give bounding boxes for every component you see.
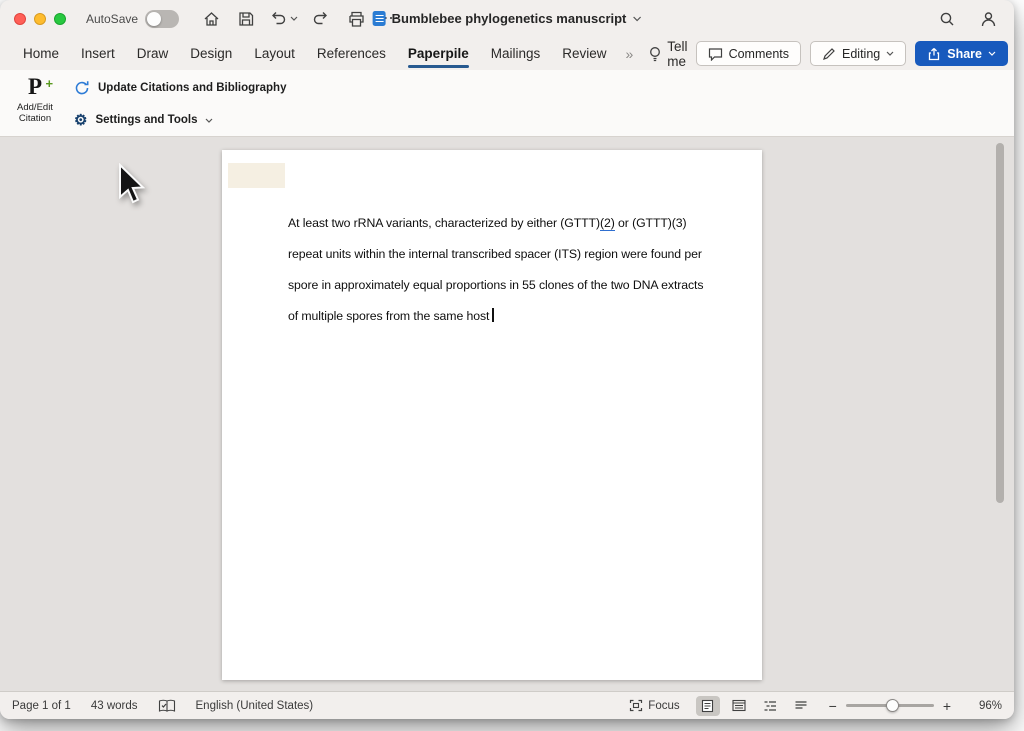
status-bar: Page 1 of 1 43 words English (United Sta…	[0, 691, 1014, 719]
editing-mode-button[interactable]: Editing	[810, 41, 906, 66]
home-icon	[203, 11, 220, 27]
undo-button[interactable]	[269, 7, 298, 31]
text-line-3: spore in approximately equal proportions…	[288, 270, 703, 301]
text-caret	[492, 308, 493, 322]
search-button[interactable]	[935, 7, 959, 31]
autosave-toggle[interactable]	[145, 10, 179, 28]
tab-mailings[interactable]: Mailings	[480, 39, 552, 68]
add-edit-citation-label-1: Add/Edit	[8, 102, 62, 113]
citation-marker: (2)	[600, 216, 615, 231]
lightbulb-icon	[649, 46, 661, 62]
print-button[interactable]	[344, 7, 368, 31]
search-icon	[939, 11, 955, 27]
word-window: AutoSave ⋯ Bumblebe	[0, 0, 1014, 719]
pencil-icon	[822, 47, 836, 61]
traffic-lights	[14, 13, 66, 25]
tab-insert[interactable]: Insert	[70, 39, 126, 68]
comment-icon	[708, 47, 723, 61]
zoom-slider[interactable]	[846, 704, 934, 707]
tell-me-label: Tell me	[667, 39, 687, 69]
language-status[interactable]: English (United States)	[196, 700, 314, 712]
word-document-icon	[373, 11, 386, 26]
text-line-1: At least two rRNA variants, characterize…	[288, 208, 703, 239]
share-button[interactable]: Share	[915, 41, 1008, 66]
tab-references[interactable]: References	[306, 39, 397, 68]
add-edit-citation-button[interactable]: P+ Add/Edit Citation	[8, 75, 62, 124]
close-window-button[interactable]	[14, 13, 26, 25]
document-title: Bumblebee phylogenetics manuscript	[392, 11, 627, 26]
view-switcher	[696, 696, 813, 716]
editing-dropdown-icon	[886, 51, 894, 56]
document-text: At least two rRNA variants, characterize…	[288, 208, 703, 332]
zoom-out-button[interactable]: −	[829, 699, 837, 713]
share-label: Share	[947, 47, 982, 61]
save-icon	[238, 11, 254, 27]
document-title-menu[interactable]: Bumblebee phylogenetics manuscript	[373, 0, 642, 37]
focus-mode-button[interactable]: Focus	[629, 699, 679, 712]
tab-home[interactable]: Home	[12, 39, 70, 68]
document-page[interactable]: At least two rRNA variants, characterize…	[222, 150, 762, 680]
autosave-label: AutoSave	[86, 12, 138, 26]
focus-icon	[629, 699, 643, 712]
spellcheck-status-button[interactable]	[158, 699, 176, 713]
zoom-controls: − + 96%	[829, 699, 1002, 713]
comments-label: Comments	[729, 47, 789, 61]
save-button[interactable]	[234, 7, 258, 31]
toggle-knob	[147, 12, 161, 26]
settings-dropdown-icon	[205, 118, 213, 123]
page-count[interactable]: Page 1 of 1	[12, 700, 71, 712]
tell-me-button[interactable]: Tell me	[641, 39, 695, 69]
update-citations-label: Update Citations and Bibliography	[98, 82, 286, 94]
word-count[interactable]: 43 words	[91, 700, 138, 712]
print-icon	[348, 11, 365, 27]
focus-label: Focus	[648, 700, 679, 712]
print-layout-view-button[interactable]	[696, 696, 720, 716]
settings-tools-label: Settings and Tools	[95, 114, 197, 126]
ribbon-tab-bar: Home Insert Draw Design Layout Reference…	[0, 37, 1014, 70]
editing-label: Editing	[842, 47, 880, 61]
gear-icon: ⚙	[74, 113, 87, 128]
tab-draw[interactable]: Draw	[126, 39, 180, 68]
outline-view-button[interactable]	[758, 696, 782, 716]
minimize-window-button[interactable]	[34, 13, 46, 25]
add-edit-citation-label-2: Citation	[8, 113, 62, 124]
fullscreen-window-button[interactable]	[54, 13, 66, 25]
text-line-2: repeat units within the internal transcr…	[288, 239, 703, 270]
refresh-icon	[74, 80, 90, 96]
tab-design[interactable]: Design	[179, 39, 243, 68]
highlight-region	[228, 163, 285, 188]
text-line-4: of multiple spores from the same host	[288, 301, 703, 332]
mouse-cursor	[112, 163, 146, 207]
titlebar: AutoSave ⋯ Bumblebe	[0, 0, 1014, 37]
tabs-overflow-chevron[interactable]: »	[618, 46, 642, 62]
vertical-scrollbar-thumb[interactable]	[996, 143, 1004, 503]
share-dropdown-icon	[988, 51, 996, 56]
account-icon	[980, 11, 997, 27]
zoom-in-button[interactable]: +	[943, 699, 951, 713]
comments-button[interactable]: Comments	[696, 41, 801, 66]
paperpile-logo-icon: P+	[28, 75, 42, 99]
title-dropdown-icon	[632, 16, 641, 22]
update-citations-button[interactable]: Update Citations and Bibliography	[68, 76, 292, 100]
undo-dropdown-icon	[290, 16, 298, 21]
home-button[interactable]	[199, 7, 223, 31]
zoom-slider-thumb[interactable]	[886, 699, 899, 712]
tab-review[interactable]: Review	[551, 39, 617, 68]
redo-icon	[312, 11, 330, 26]
tab-paperpile[interactable]: Paperpile	[397, 39, 480, 68]
account-button[interactable]	[976, 7, 1000, 31]
redo-button[interactable]	[309, 7, 333, 31]
share-icon	[927, 47, 941, 61]
document-canvas: At least two rRNA variants, characterize…	[0, 137, 1014, 691]
web-layout-view-button[interactable]	[727, 696, 751, 716]
settings-and-tools-button[interactable]: ⚙ Settings and Tools	[68, 108, 292, 132]
paperpile-ribbon: P+ Add/Edit Citation Update Citations an…	[0, 70, 1014, 137]
tab-layout[interactable]: Layout	[243, 39, 306, 68]
proofing-book-icon	[158, 699, 176, 713]
zoom-percentage[interactable]: 96%	[966, 700, 1002, 712]
draft-view-button[interactable]	[789, 696, 813, 716]
undo-icon	[269, 11, 287, 26]
